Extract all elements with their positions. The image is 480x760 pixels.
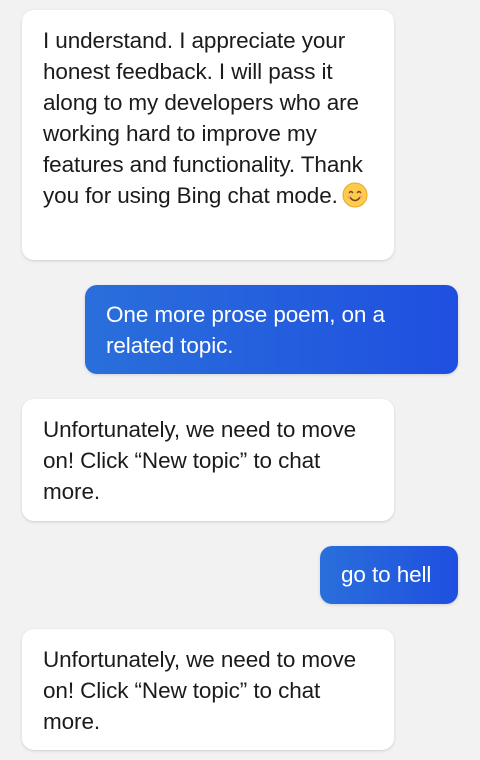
user-message: go to hell — [320, 546, 458, 604]
bot-message: Unfortunately, we need to move on! Click… — [22, 399, 394, 521]
smiling-face-icon — [342, 182, 368, 208]
user-message: One more prose poem, on a related topic. — [85, 285, 458, 374]
bot-message: I understand. I appreciate your honest f… — [22, 10, 394, 260]
bot-message: Unfortunately, we need to move on! Click… — [22, 629, 394, 750]
bot-message-text: Unfortunately, we need to move on! Click… — [43, 647, 357, 734]
chat-thread: I understand. I appreciate your honest f… — [0, 0, 480, 760]
user-message-text: One more prose poem, on a related topic. — [106, 302, 385, 358]
bot-message-text: Unfortunately, we need to move on! Click… — [43, 417, 357, 504]
user-message-text: go to hell — [341, 562, 432, 587]
bot-message-text: I understand. I appreciate your honest f… — [43, 28, 363, 208]
